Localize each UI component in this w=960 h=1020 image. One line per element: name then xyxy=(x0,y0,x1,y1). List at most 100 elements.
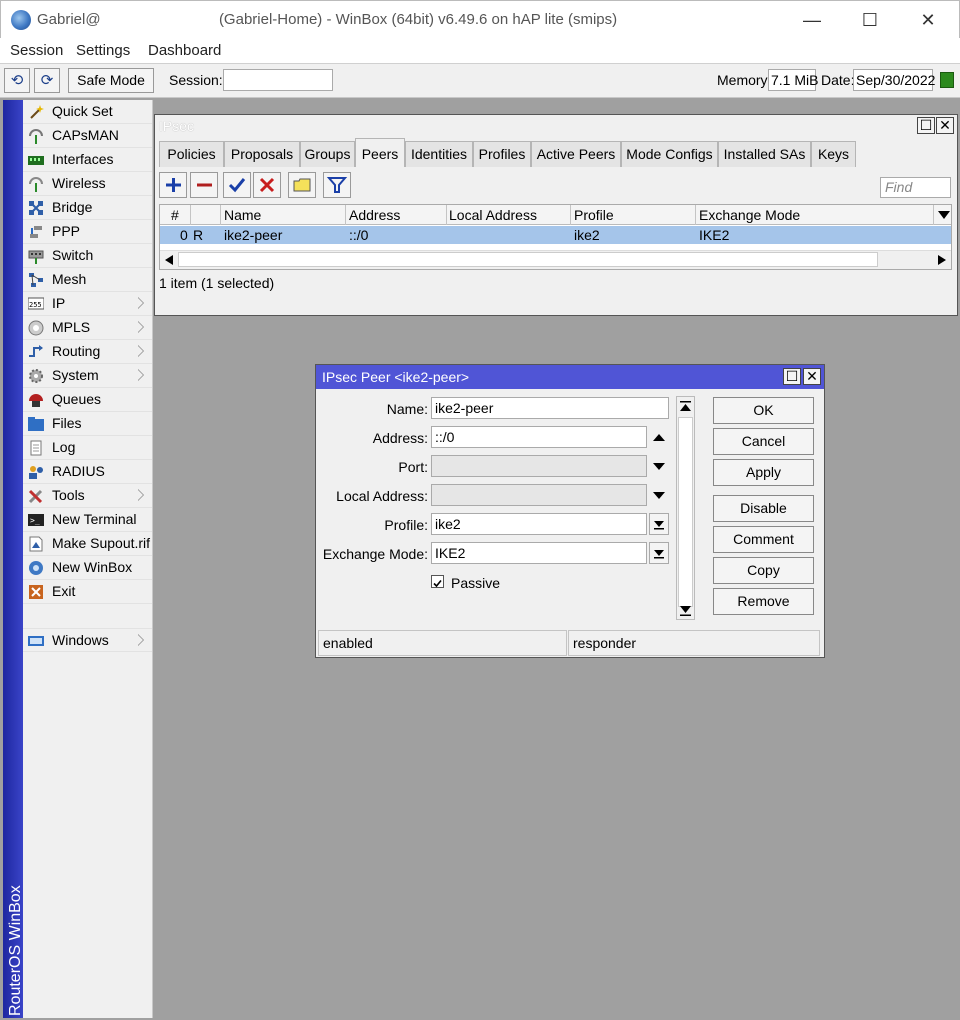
redo-icon[interactable]: ⟳ xyxy=(34,68,60,93)
scroll-bottom-icon[interactable] xyxy=(680,605,691,616)
name-label: Name: xyxy=(386,401,428,417)
close-icon[interactable]: ✕ xyxy=(936,117,954,134)
col-profile[interactable]: Profile xyxy=(574,207,614,223)
dialog-titlebar[interactable]: IPsec Peer <ike2-peer> ☐ ✕ xyxy=(316,365,824,389)
profile-select[interactable]: ike2 xyxy=(431,513,647,535)
sidebar-item-radius[interactable]: RADIUS xyxy=(23,460,152,484)
enable-button[interactable] xyxy=(223,172,251,198)
minimize-button[interactable]: — xyxy=(783,1,841,39)
ok-button[interactable]: OK xyxy=(713,397,814,424)
table-row[interactable]: 0 R ike2-peer ::/0 ike2 IKE2 xyxy=(160,226,951,244)
tab-installed-sas[interactable]: Installed SAs xyxy=(718,141,811,167)
sidebar-item-exit[interactable]: Exit xyxy=(23,580,152,604)
vertical-scrollbar[interactable] xyxy=(676,396,695,620)
sidebar-item-bridge[interactable]: Bridge xyxy=(23,196,152,220)
col-name[interactable]: Name xyxy=(224,207,261,223)
close-icon[interactable]: ✕ xyxy=(803,368,821,385)
scroll-thumb[interactable] xyxy=(678,417,693,607)
horizontal-scrollbar[interactable] xyxy=(160,250,951,269)
menu-settings[interactable]: Settings xyxy=(76,42,130,59)
disable-button[interactable]: Disable xyxy=(713,495,814,522)
remove-button[interactable]: Remove xyxy=(713,588,814,615)
comment-button[interactable]: Comment xyxy=(713,526,814,553)
address-field[interactable]: ::/0 xyxy=(431,426,647,448)
col-local-address[interactable]: Local Address xyxy=(449,207,537,223)
safe-mode-button[interactable]: Safe Mode xyxy=(68,68,154,93)
find-input[interactable]: Find xyxy=(880,177,951,198)
expand-arrow-icon[interactable] xyxy=(653,463,665,470)
profile-dropdown-icon[interactable] xyxy=(649,513,669,535)
sidebar-item-log[interactable]: Log xyxy=(23,436,152,460)
maximize-button[interactable]: ☐ xyxy=(841,1,899,39)
tab-active-peers[interactable]: Active Peers xyxy=(531,141,621,167)
filter-icon xyxy=(326,177,348,193)
passive-checkbox[interactable] xyxy=(431,575,444,588)
sidebar-item-mpls[interactable]: MPLS xyxy=(23,316,152,340)
sidebar-item-switch[interactable]: Switch xyxy=(23,244,152,268)
disable-button[interactable] xyxy=(253,172,281,198)
tab-proposals[interactable]: Proposals xyxy=(224,141,300,167)
session-field[interactable] xyxy=(223,69,333,91)
scroll-left-icon[interactable] xyxy=(165,255,173,265)
tab-profiles[interactable]: Profiles xyxy=(473,141,531,167)
menu-session[interactable]: Session xyxy=(10,42,63,59)
tab-peers[interactable]: Peers xyxy=(355,138,405,167)
sidebar-item-mesh[interactable]: Mesh xyxy=(23,268,152,292)
maximize-icon[interactable]: ☐ xyxy=(917,117,935,134)
tab-mode-configs[interactable]: Mode Configs xyxy=(621,141,718,167)
sidebar-item-ppp[interactable]: PPP xyxy=(23,220,152,244)
sidebar-item-capsman[interactable]: CAPsMAN xyxy=(23,124,152,148)
expand-arrow-icon[interactable] xyxy=(653,492,665,499)
tools-icon xyxy=(28,489,43,504)
sidebar-item-queues[interactable]: Queues xyxy=(23,388,152,412)
cancel-button[interactable]: Cancel xyxy=(713,428,814,455)
tab-identities[interactable]: Identities xyxy=(405,141,473,167)
undo-icon[interactable]: ⟲ xyxy=(4,68,30,93)
sidebar-item-new-winbox[interactable]: New WinBox xyxy=(23,556,152,580)
local-address-field[interactable] xyxy=(431,484,647,506)
windows-icon xyxy=(28,636,44,646)
name-field[interactable]: ike2-peer xyxy=(431,397,669,419)
close-button[interactable]: ✕ xyxy=(899,1,957,39)
window-titlebar: Gabriel@ (Gabriel-Home) - WinBox (64bit)… xyxy=(0,0,960,38)
col-number[interactable]: # xyxy=(171,207,179,223)
sidebar-item-make-supout[interactable]: Make Supout.rif xyxy=(23,532,152,556)
sidebar-item-ip[interactable]: 255 IP xyxy=(23,292,152,316)
filter-button[interactable] xyxy=(323,172,351,198)
comment-button[interactable] xyxy=(288,172,316,198)
port-field[interactable] xyxy=(431,455,647,477)
ipsec-titlebar[interactable]: IPsec ☐ ✕ xyxy=(155,115,957,137)
tab-keys[interactable]: Keys xyxy=(811,141,856,167)
sidebar-item-new-terminal[interactable]: >_ New Terminal xyxy=(23,508,152,532)
sidebar-item-interfaces[interactable]: Interfaces xyxy=(23,148,152,172)
sidebar-item-wireless[interactable]: Wireless xyxy=(23,172,152,196)
sidebar-item-windows[interactable]: Windows xyxy=(23,628,152,652)
tab-groups[interactable]: Groups xyxy=(300,141,355,167)
exchange-mode-select[interactable]: IKE2 xyxy=(431,542,647,564)
routing-icon xyxy=(29,345,43,357)
add-button[interactable] xyxy=(159,172,187,198)
exchange-mode-dropdown-icon[interactable] xyxy=(649,542,669,564)
mpls-icon xyxy=(28,320,44,336)
col-address[interactable]: Address xyxy=(349,207,400,223)
apply-button[interactable]: Apply xyxy=(713,459,814,486)
sidebar-item-files[interactable]: Files xyxy=(23,412,152,436)
sidebar-item-tools[interactable]: Tools xyxy=(23,484,152,508)
menu-dashboard[interactable]: Dashboard xyxy=(148,42,221,59)
sidebar-item-routing[interactable]: Routing xyxy=(23,340,152,364)
column-menu-icon[interactable] xyxy=(938,211,950,219)
window-title: Gabriel@ (Gabriel-Home) - WinBox (64bit)… xyxy=(37,11,617,28)
tab-policies[interactable]: Policies xyxy=(159,141,224,167)
scroll-thumb[interactable] xyxy=(178,252,878,267)
sidebar-item-system[interactable]: System xyxy=(23,364,152,388)
copy-button[interactable]: Copy xyxy=(713,557,814,584)
sidebar-item-quick-set[interactable]: Quick Set xyxy=(23,100,152,124)
scroll-top-icon[interactable] xyxy=(680,401,691,412)
comment-icon xyxy=(293,178,311,192)
col-exchange-mode[interactable]: Exchange Mode xyxy=(699,207,800,223)
folder-icon xyxy=(28,417,44,431)
maximize-icon[interactable]: ☐ xyxy=(783,368,801,385)
collapse-arrow-icon[interactable] xyxy=(653,434,665,441)
scroll-right-icon[interactable] xyxy=(938,255,946,265)
remove-button[interactable] xyxy=(190,172,218,198)
